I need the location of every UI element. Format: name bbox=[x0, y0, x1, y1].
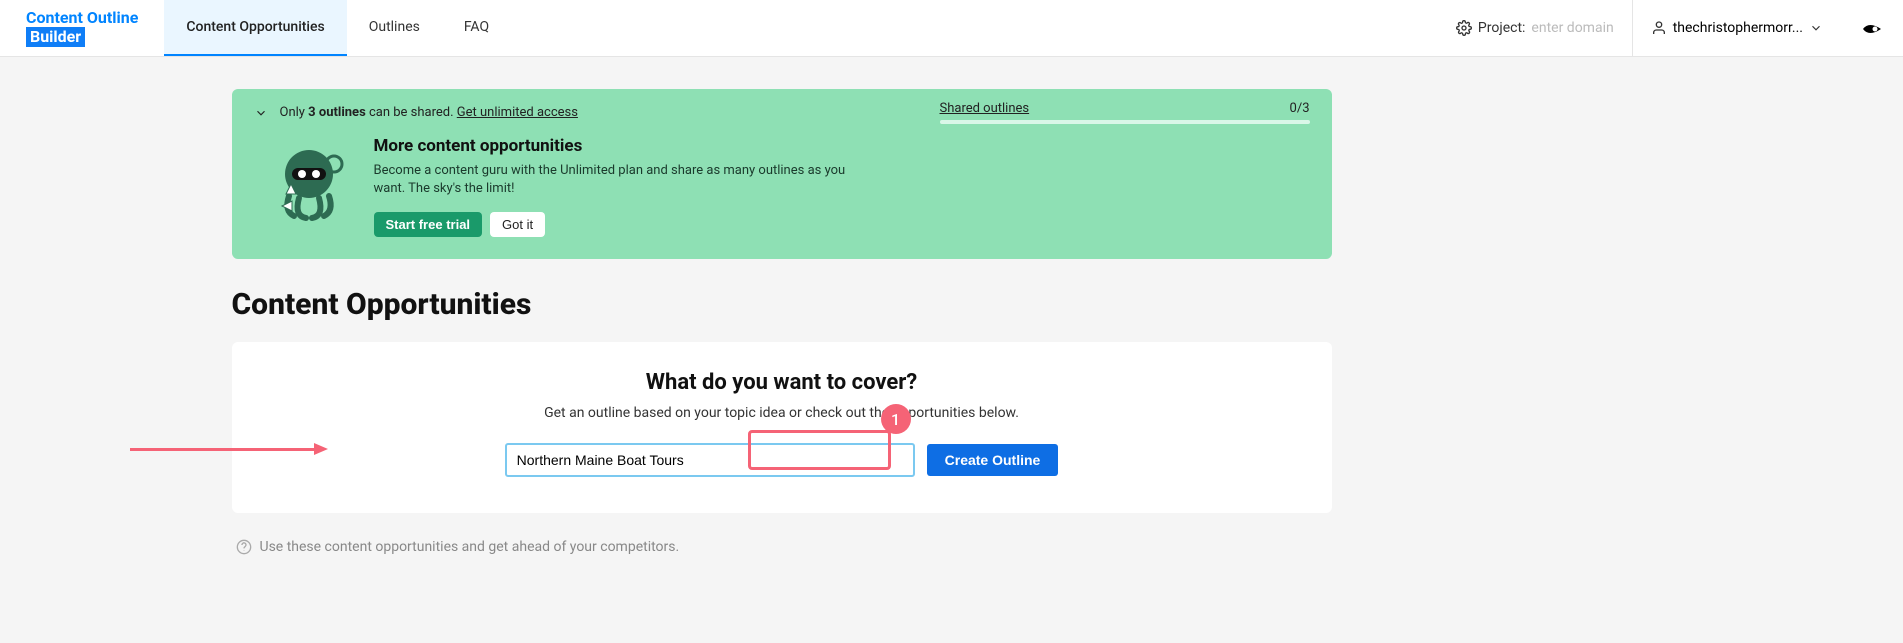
upgrade-banner: Only 3 outlines can be shared. Get unlim… bbox=[232, 89, 1332, 259]
banner-title: More content opportunities bbox=[374, 136, 854, 156]
card-heading: What do you want to cover? bbox=[264, 370, 1300, 395]
banner-outlines-count: 3 outlines bbox=[308, 105, 366, 120]
user-icon bbox=[1651, 20, 1667, 36]
got-it-button[interactable]: Got it bbox=[490, 212, 545, 237]
header-right: Project: enter domain thechristophermorr… bbox=[1438, 0, 1903, 56]
logo-line2: Builder bbox=[26, 27, 85, 47]
banner-suffix-text: can be shared. bbox=[366, 105, 457, 120]
topic-input-card: What do you want to cover? Get an outlin… bbox=[232, 342, 1332, 513]
banner-only-text: Only bbox=[280, 105, 309, 120]
banner-body: More content opportunities Become a cont… bbox=[254, 136, 1310, 237]
card-subtext: Get an outline based on your topic idea … bbox=[264, 405, 1300, 421]
main-content: Only 3 outlines can be shared. Get unlim… bbox=[232, 57, 1332, 555]
annotation-arrow-head bbox=[314, 443, 328, 455]
banner-text-block: More content opportunities Become a cont… bbox=[374, 136, 854, 237]
create-outline-button[interactable]: Create Outline bbox=[927, 444, 1059, 476]
user-menu[interactable]: thechristophermorr... bbox=[1633, 20, 1841, 36]
start-free-trial-button[interactable]: Start free trial bbox=[374, 212, 483, 237]
gear-icon bbox=[1456, 20, 1472, 36]
shared-current: 0 bbox=[1290, 101, 1297, 116]
project-label: Project: bbox=[1478, 20, 1526, 36]
chevron-down-icon bbox=[1809, 21, 1823, 35]
page-title: Content Opportunities bbox=[232, 287, 1332, 322]
app-header: Content Outline Builder Content Opportun… bbox=[0, 0, 1903, 57]
shared-total: /3 bbox=[1297, 101, 1310, 116]
shared-progress-bar bbox=[940, 120, 1310, 124]
semrush-icon[interactable] bbox=[1841, 19, 1903, 38]
logo-line1: Content Outline bbox=[26, 9, 138, 27]
shared-outlines-progress: Shared outlines 0/3 bbox=[940, 101, 1310, 124]
chevron-down-icon[interactable] bbox=[254, 106, 268, 120]
topic-input[interactable] bbox=[505, 443, 915, 477]
annotation-arrow-line bbox=[130, 448, 315, 451]
app-logo[interactable]: Content Outline Builder bbox=[0, 9, 164, 46]
nav-tabs: Content Opportunities Outlines FAQ bbox=[164, 0, 511, 56]
tab-outlines[interactable]: Outlines bbox=[347, 0, 442, 56]
banner-top-row: Only 3 outlines can be shared. Get unlim… bbox=[254, 101, 1310, 136]
help-icon bbox=[236, 539, 252, 555]
project-domain-placeholder: enter domain bbox=[1531, 20, 1613, 36]
shared-outlines-count: 0/3 bbox=[1290, 101, 1310, 116]
annotation-number-badge: 1 bbox=[881, 404, 911, 434]
username: thechristophermorr... bbox=[1673, 20, 1803, 36]
competitors-hint: Use these content opportunities and get … bbox=[232, 539, 1332, 555]
input-row: Create Outline bbox=[264, 443, 1300, 477]
banner-limit-message: Only 3 outlines can be shared. Get unlim… bbox=[280, 105, 578, 120]
shared-outlines-label[interactable]: Shared outlines bbox=[940, 101, 1030, 116]
hint-text: Use these content opportunities and get … bbox=[260, 539, 680, 555]
mascot-illustration bbox=[264, 136, 354, 226]
annotation-number: 1 bbox=[891, 410, 900, 429]
banner-description: Become a content guru with the Unlimited… bbox=[374, 162, 854, 198]
tab-faq[interactable]: FAQ bbox=[442, 0, 511, 56]
tab-content-opportunities[interactable]: Content Opportunities bbox=[164, 0, 346, 56]
semrush-glyph-icon bbox=[1861, 21, 1883, 37]
unlimited-access-link[interactable]: Get unlimited access bbox=[457, 105, 578, 120]
project-selector[interactable]: Project: enter domain bbox=[1438, 0, 1633, 56]
